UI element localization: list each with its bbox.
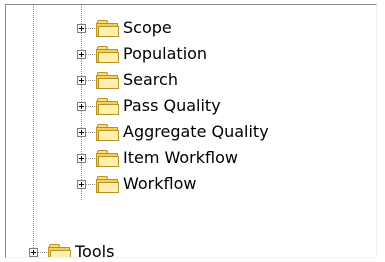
tree-node-label[interactable]: Pass Quality — [123, 97, 221, 115]
tree-connector — [86, 183, 95, 185]
tree-node-label[interactable]: Search — [123, 71, 178, 89]
tree-node-item-workflow[interactable]: Item Workflow — [77, 145, 238, 171]
folder-icon — [96, 20, 119, 37]
tree-connector — [86, 53, 95, 55]
tree-connector — [38, 251, 47, 253]
folder-icon — [96, 124, 119, 141]
folder-icon — [96, 150, 119, 167]
tree-node-population[interactable]: Population — [77, 41, 207, 67]
tree-node-label[interactable]: Population — [123, 45, 207, 63]
tree-view[interactable]: Scope Population Search Pass Quality Agg… — [5, 4, 377, 258]
tree-node-label[interactable]: Tools — [75, 243, 114, 258]
tree-guide-line-outer — [33, 5, 34, 252]
folder-icon — [96, 46, 119, 63]
tree-node-scope[interactable]: Scope — [77, 15, 172, 41]
tree-connector — [86, 131, 95, 133]
tree-connector — [86, 105, 95, 107]
plus-icon[interactable] — [77, 127, 86, 137]
plus-icon[interactable] — [77, 179, 86, 189]
tree-node-pass-quality[interactable]: Pass Quality — [77, 93, 221, 119]
tree-node-workflow[interactable]: Workflow — [77, 171, 196, 197]
tree-node-label[interactable]: Aggregate Quality — [123, 123, 269, 141]
folder-icon — [96, 72, 119, 89]
tree-node-aggregate-quality[interactable]: Aggregate Quality — [77, 119, 269, 145]
tree-connector — [86, 27, 95, 29]
folder-icon — [96, 176, 119, 193]
plus-icon[interactable] — [29, 247, 38, 257]
plus-icon[interactable] — [77, 49, 86, 59]
tree-node-label[interactable]: Scope — [123, 19, 172, 37]
tree-node-label[interactable]: Workflow — [123, 175, 196, 193]
folder-icon — [96, 98, 119, 115]
plus-icon[interactable] — [77, 75, 86, 85]
tree-connector — [86, 157, 95, 159]
tree-node-tools[interactable]: Tools — [29, 239, 114, 258]
plus-icon[interactable] — [77, 153, 86, 163]
plus-icon[interactable] — [77, 23, 86, 33]
tree-connector — [86, 79, 95, 81]
plus-icon[interactable] — [77, 101, 86, 111]
tree-node-label[interactable]: Item Workflow — [123, 149, 238, 167]
tree-node-search[interactable]: Search — [77, 67, 178, 93]
folder-icon — [48, 244, 71, 257]
